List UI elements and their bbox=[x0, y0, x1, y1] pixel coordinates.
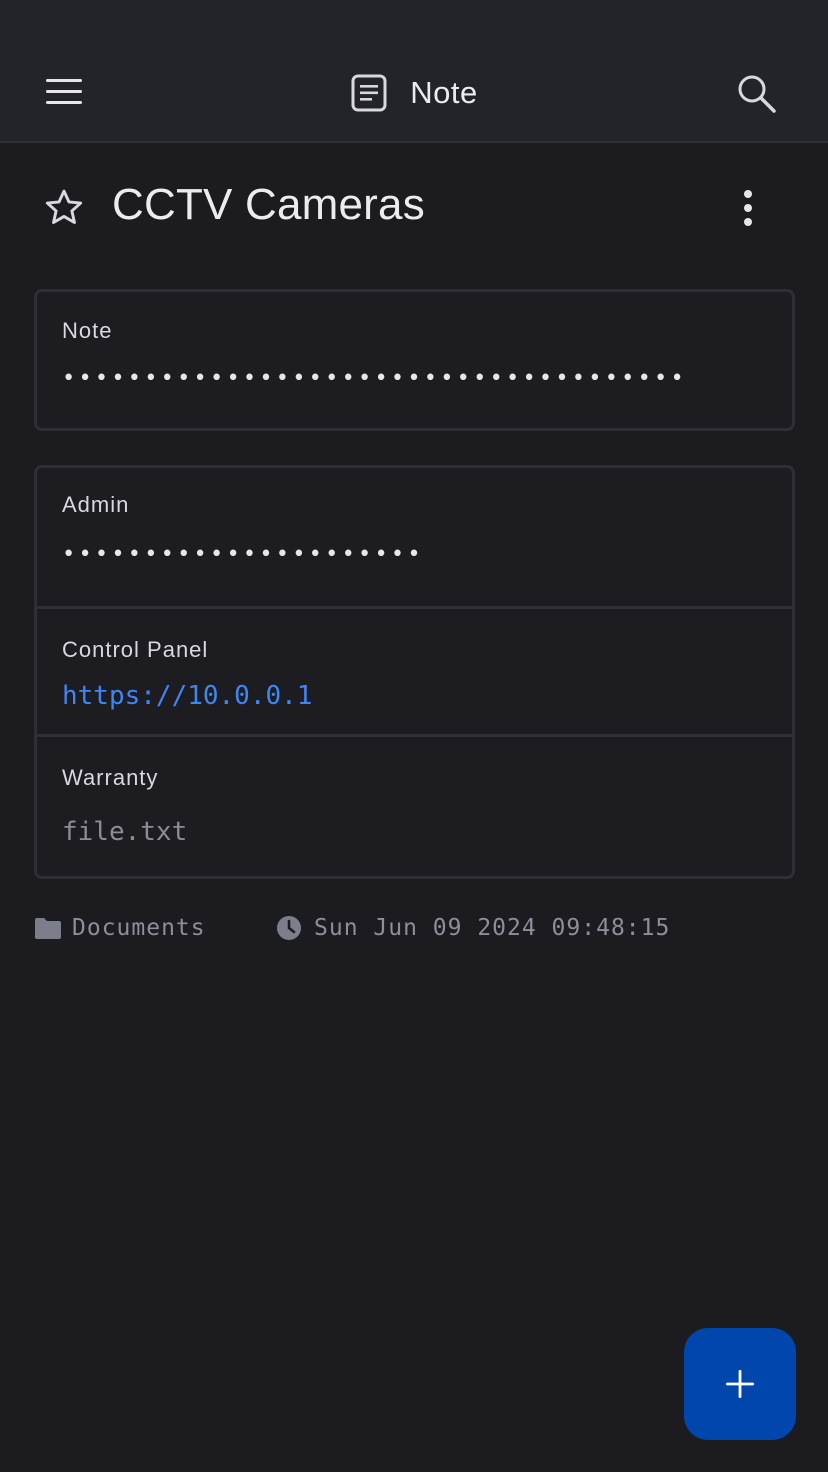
folder-name: Documents bbox=[72, 915, 206, 941]
add-button[interactable] bbox=[684, 1328, 796, 1440]
plus-icon bbox=[726, 1370, 754, 1398]
item-header: CCTV Cameras bbox=[0, 176, 828, 240]
timestamp: Sun Jun 09 2024 09:48:15 bbox=[314, 915, 671, 941]
item-meta: Documents Sun Jun 09 2024 09:48:15 bbox=[34, 912, 814, 948]
folder-icon bbox=[35, 918, 61, 939]
note-card: Note •••••••••••••••••••••••••••••••••••… bbox=[34, 289, 795, 431]
admin-value-masked: •••••••••••••••••••••• bbox=[62, 542, 424, 567]
modified-time: Sun Jun 09 2024 09:48:15 bbox=[276, 915, 670, 941]
admin-label: Admin bbox=[62, 492, 130, 517]
search-icon bbox=[738, 75, 776, 113]
search-button[interactable] bbox=[732, 70, 780, 118]
more-options-button[interactable] bbox=[726, 184, 770, 232]
control-panel-field: Control Panel https://10.0.0.1 bbox=[37, 606, 792, 734]
favorite-button[interactable] bbox=[42, 186, 86, 230]
app-bar-title: Note bbox=[0, 72, 828, 114]
app-bar: Note bbox=[0, 0, 828, 143]
control-panel-label: Control Panel bbox=[62, 637, 209, 662]
note-label: Note bbox=[62, 318, 113, 343]
note-icon bbox=[351, 74, 387, 112]
star-outline-icon bbox=[45, 189, 83, 224]
app-title: Note bbox=[410, 75, 478, 110]
clock-icon bbox=[277, 916, 301, 940]
more-vertical-icon bbox=[744, 190, 752, 226]
control-panel-link[interactable]: https://10.0.0.1 bbox=[62, 681, 312, 711]
admin-field[interactable]: Admin •••••••••••••••••••••• bbox=[37, 468, 792, 606]
fields-card: Admin •••••••••••••••••••••• Control Pan… bbox=[34, 465, 795, 879]
folder-link[interactable]: Documents bbox=[34, 915, 206, 941]
item-title: CCTV Cameras bbox=[112, 180, 425, 229]
note-field[interactable]: Note •••••••••••••••••••••••••••••••••••… bbox=[37, 292, 792, 428]
warranty-field: Warranty file.txt bbox=[37, 734, 792, 876]
note-value-masked: •••••••••••••••••••••••••••••••••••••• bbox=[62, 366, 687, 391]
warranty-label: Warranty bbox=[62, 765, 159, 790]
warranty-attachment[interactable]: file.txt bbox=[62, 817, 187, 847]
